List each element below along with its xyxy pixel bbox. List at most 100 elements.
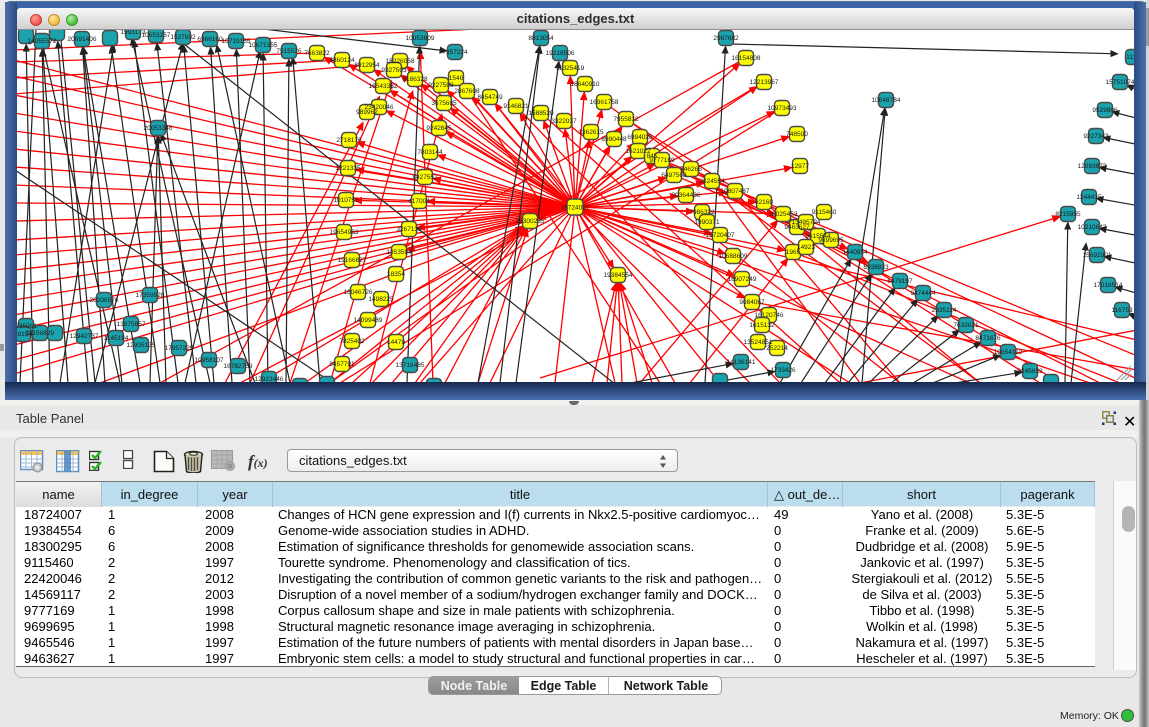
- svg-text:10210643: 10210643: [1078, 224, 1107, 231]
- svg-text:7986322: 7986322: [689, 209, 715, 216]
- svg-text:989962: 989962: [356, 109, 378, 116]
- svg-text:10053809: 10053809: [406, 35, 435, 42]
- svg-text:6966160: 6966160: [197, 36, 223, 43]
- svg-text:8427552: 8427552: [412, 174, 438, 181]
- svg-text:62160: 62160: [755, 199, 773, 206]
- svg-text:10671355: 10671355: [249, 42, 278, 49]
- svg-text:935061: 935061: [17, 323, 37, 330]
- svg-text:14099489: 14099489: [354, 317, 383, 324]
- svg-text:16961758: 16961758: [590, 99, 619, 106]
- svg-text:10973493: 10973493: [768, 105, 797, 112]
- svg-text:18354: 18354: [387, 271, 405, 278]
- svg-text:1362615: 1362615: [578, 129, 604, 136]
- svg-text:12923446: 12923446: [255, 376, 284, 382]
- svg-text:12093872: 12093872: [1078, 163, 1107, 170]
- svg-text:8454749: 8454749: [477, 94, 503, 101]
- svg-text:7825402: 7825402: [339, 338, 365, 345]
- svg-text:1145194: 1145194: [104, 335, 129, 342]
- svg-text:16120746: 16120746: [755, 312, 784, 319]
- svg-text:7515526: 7515526: [276, 48, 302, 55]
- svg-text:12213967: 12213967: [750, 79, 779, 86]
- svg-text:18226058: 18226058: [386, 58, 415, 65]
- svg-text:417004: 417004: [408, 198, 430, 205]
- svg-text:116753: 116753: [1111, 307, 1133, 314]
- svg-text:2867608: 2867608: [454, 88, 480, 95]
- svg-text:18640910: 18640910: [571, 81, 600, 88]
- svg-text:9084067: 9084067: [739, 299, 765, 306]
- svg-text:1244415: 1244415: [1076, 194, 1102, 201]
- svg-text:10654112: 10654112: [994, 349, 1023, 356]
- svg-text:8990448: 8990448: [601, 136, 627, 143]
- svg-text:9529906: 9529906: [1092, 107, 1118, 114]
- svg-text:13716485: 13716485: [396, 362, 425, 369]
- svg-text:8813054: 8813054: [528, 35, 554, 42]
- svg-text:18907249: 18907249: [728, 276, 757, 283]
- svg-text:1440954: 1440954: [842, 249, 868, 256]
- svg-text:8186328: 8186328: [402, 76, 428, 83]
- svg-text:19166827: 19166827: [338, 257, 367, 264]
- svg-text:20691406: 20691406: [68, 36, 97, 43]
- svg-text:19218506: 19218506: [546, 50, 575, 57]
- svg-text:2987682: 2987682: [713, 35, 739, 42]
- svg-text:3322037: 3322037: [551, 118, 577, 125]
- svg-text:9227343: 9227343: [1083, 133, 1109, 140]
- svg-text:9474444: 9474444: [910, 290, 936, 297]
- svg-text:748500: 748500: [786, 131, 808, 138]
- svg-text:2718176: 2718176: [336, 137, 362, 144]
- svg-text:8215955: 8215955: [1055, 211, 1081, 218]
- svg-text:10807487: 10807487: [721, 188, 750, 195]
- svg-text:2935114: 2935114: [932, 307, 957, 314]
- svg-text:1010755: 1010755: [333, 197, 359, 204]
- svg-text:20053346: 20053346: [144, 125, 173, 132]
- svg-text:11156829: 11156829: [26, 330, 54, 337]
- svg-text:252214: 252214: [766, 345, 788, 352]
- svg-text:1221335: 1221335: [335, 165, 361, 172]
- svg-text:14055572: 14055572: [28, 38, 57, 45]
- svg-text:7632621: 7632621: [953, 322, 979, 329]
- svg-text:9245652: 9245652: [1017, 368, 1043, 375]
- svg-text:7663822: 7663822: [304, 50, 330, 57]
- svg-text:6497568: 6497568: [661, 172, 687, 179]
- svg-text:3675685: 3675685: [431, 100, 457, 107]
- svg-text:13975857: 13975857: [117, 321, 146, 328]
- svg-text:9227508: 9227508: [428, 82, 454, 89]
- svg-text:8938923: 8938923: [863, 264, 889, 271]
- svg-text:10648784: 10648784: [872, 97, 901, 104]
- svg-text:9242845: 9242845: [426, 125, 452, 132]
- svg-text:17957225: 17957225: [165, 345, 194, 352]
- svg-text:16154808: 16154808: [732, 55, 761, 62]
- svg-text:9115460: 9115460: [812, 209, 837, 216]
- svg-text:1588520: 1588520: [528, 110, 554, 117]
- svg-text:25300235: 25300235: [516, 218, 545, 225]
- svg-text:14479: 14479: [387, 339, 405, 346]
- svg-text:7955812: 7955812: [613, 116, 639, 123]
- svg-text:14923: 14923: [797, 244, 815, 251]
- svg-text:1615132: 1615132: [749, 322, 775, 329]
- svg-text:9777169: 9777169: [649, 157, 675, 164]
- svg-text:15751074: 15751074: [1106, 79, 1134, 86]
- svg-text:1546: 1546: [449, 75, 464, 82]
- svg-text:9146821: 9146821: [503, 103, 529, 110]
- svg-text:10653257: 10653257: [142, 32, 171, 39]
- svg-text:17016514: 17016514: [1094, 282, 1123, 289]
- svg-text:12977: 12977: [791, 163, 809, 170]
- svg-text:3267130: 3267130: [396, 226, 422, 233]
- svg-text:8471676: 8471676: [975, 335, 1001, 342]
- svg-text:11325419: 11325419: [556, 65, 585, 72]
- svg-text:6479197: 6479197: [887, 278, 913, 285]
- svg-text:10025453: 10025453: [769, 211, 798, 218]
- svg-text:6994028: 6994028: [627, 134, 653, 141]
- svg-text:7357224: 7357224: [442, 49, 468, 56]
- svg-text:12905135: 12905135: [127, 342, 156, 349]
- svg-text:10688609: 10688609: [719, 253, 748, 260]
- svg-text:10958107: 10958107: [195, 357, 224, 364]
- svg-text:1990371: 1990371: [694, 219, 720, 226]
- svg-text:7803144: 7803144: [417, 149, 443, 156]
- svg-text:15720407: 15720407: [706, 232, 735, 239]
- svg-text:9699695: 9699695: [818, 237, 844, 244]
- svg-text:20364436: 20364436: [672, 192, 701, 199]
- svg-text:20206576: 20206576: [90, 297, 119, 304]
- svg-text:15692901: 15692901: [1083, 252, 1112, 259]
- svg-text:13495794: 13495794: [792, 219, 821, 226]
- svg-text:16782759: 16782759: [224, 363, 253, 370]
